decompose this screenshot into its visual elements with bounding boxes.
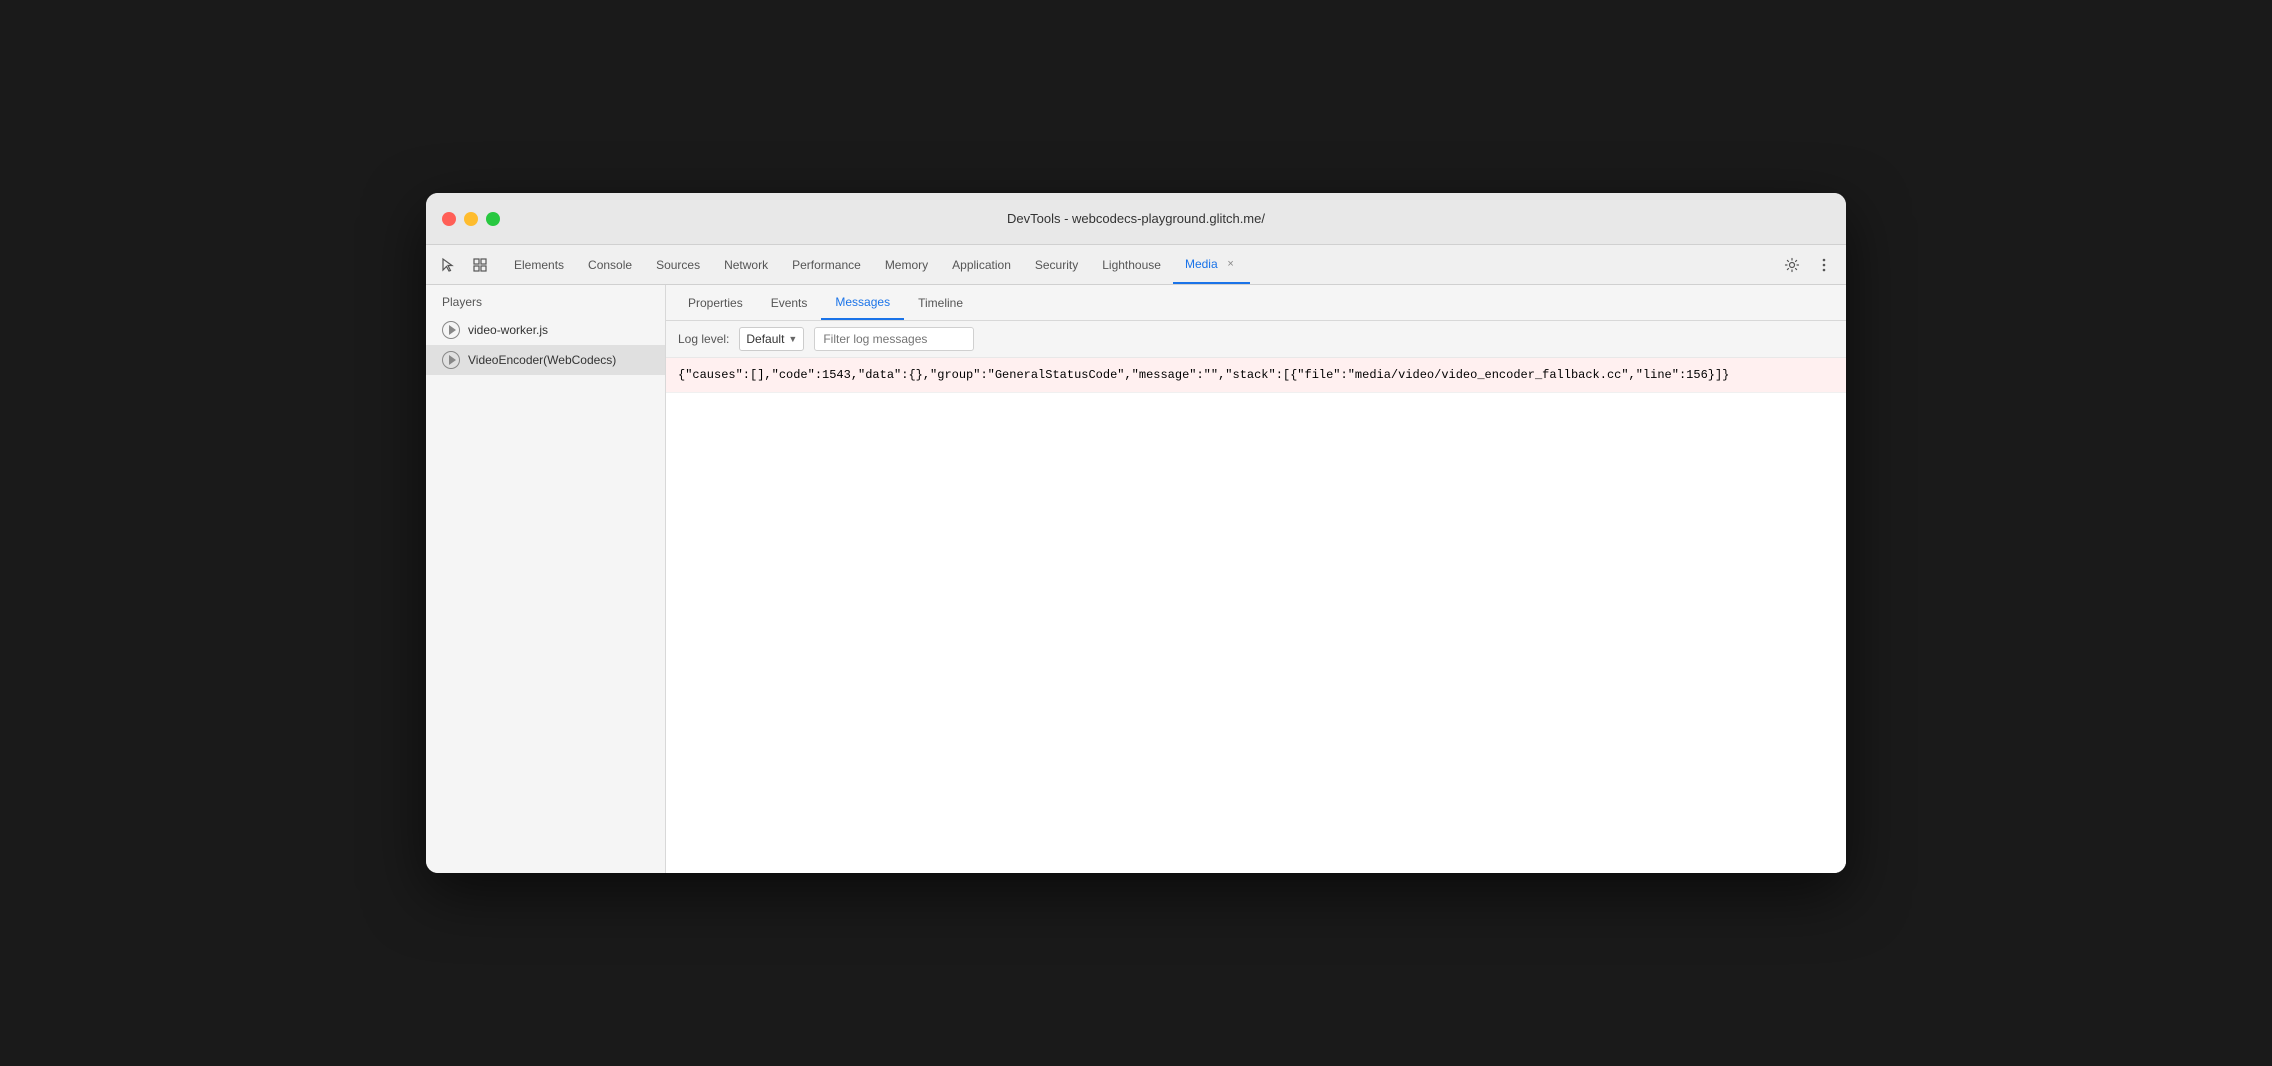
cursor-tool-icon[interactable]	[434, 251, 462, 279]
play-icon-video-encoder	[442, 351, 460, 369]
tab-application-label: Application	[952, 258, 1011, 272]
log-level-label: Log level:	[678, 332, 729, 346]
tab-performance[interactable]: Performance	[780, 245, 873, 284]
tab-security-label: Security	[1035, 258, 1078, 272]
settings-icon[interactable]	[1778, 251, 1806, 279]
tab-bar-left-tools	[434, 245, 494, 284]
more-icon[interactable]	[1810, 251, 1838, 279]
tab-properties[interactable]: Properties	[674, 285, 757, 320]
tab-lighthouse-label: Lighthouse	[1102, 258, 1161, 272]
window-title: DevTools - webcodecs-playground.glitch.m…	[1007, 211, 1265, 226]
sidebar: Players video-worker.js VideoEncoder(Web…	[426, 285, 666, 873]
tab-media-close[interactable]: ×	[1224, 257, 1238, 271]
messages-toolbar: Log level: Default	[666, 321, 1846, 358]
message-row: {"causes":[],"code":1543,"data":{},"grou…	[666, 358, 1846, 393]
log-level-dropdown[interactable]: Default	[739, 327, 804, 351]
sidebar-item-label-video-encoder: VideoEncoder(WebCodecs)	[468, 353, 616, 367]
tab-network[interactable]: Network	[712, 245, 780, 284]
layers-tool-icon[interactable]	[466, 251, 494, 279]
tab-bar-right-tools	[1778, 245, 1838, 284]
tab-security[interactable]: Security	[1023, 245, 1090, 284]
tab-bar: Elements Console Sources Network Performance…	[426, 245, 1846, 285]
tab-sources[interactable]: Sources	[644, 245, 712, 284]
tab-timeline[interactable]: Timeline	[904, 285, 977, 320]
maximize-button[interactable]	[486, 212, 500, 226]
tab-application[interactable]: Application	[940, 245, 1023, 284]
tab-events[interactable]: Events	[757, 285, 822, 320]
tab-memory[interactable]: Memory	[873, 245, 940, 284]
title-bar: DevTools - webcodecs-playground.glitch.m…	[426, 193, 1846, 245]
devtools-window: DevTools - webcodecs-playground.glitch.m…	[426, 193, 1846, 873]
tab-media[interactable]: Media ×	[1173, 245, 1250, 284]
sidebar-item-video-worker[interactable]: video-worker.js	[426, 315, 665, 345]
sidebar-item-video-encoder[interactable]: VideoEncoder(WebCodecs)	[426, 345, 665, 375]
tab-messages[interactable]: Messages	[821, 285, 904, 320]
play-icon-video-worker	[442, 321, 460, 339]
tab-items: Elements Console Sources Network Performance…	[502, 245, 1778, 284]
tab-console[interactable]: Console	[576, 245, 644, 284]
minimize-button[interactable]	[464, 212, 478, 226]
tab-network-label: Network	[724, 258, 768, 272]
main-content: Players video-worker.js VideoEncoder(Web…	[426, 285, 1846, 873]
traffic-lights	[442, 212, 500, 226]
tab-console-label: Console	[588, 258, 632, 272]
tab-performance-label: Performance	[792, 258, 861, 272]
sidebar-header: Players	[426, 285, 665, 315]
close-button[interactable]	[442, 212, 456, 226]
sidebar-item-label-video-worker: video-worker.js	[468, 323, 548, 337]
tab-memory-label: Memory	[885, 258, 928, 272]
messages-area: {"causes":[],"code":1543,"data":{},"grou…	[666, 358, 1846, 873]
message-text: {"causes":[],"code":1543,"data":{},"grou…	[678, 368, 1729, 382]
filter-input[interactable]	[814, 327, 974, 351]
tab-media-label: Media	[1185, 257, 1218, 271]
tab-elements[interactable]: Elements	[502, 245, 576, 284]
tab-elements-label: Elements	[514, 258, 564, 272]
tab-lighthouse[interactable]: Lighthouse	[1090, 245, 1173, 284]
sub-tab-bar: Properties Events Messages Timeline	[666, 285, 1846, 321]
right-panel: Properties Events Messages Timeline Log …	[666, 285, 1846, 873]
tab-sources-label: Sources	[656, 258, 700, 272]
